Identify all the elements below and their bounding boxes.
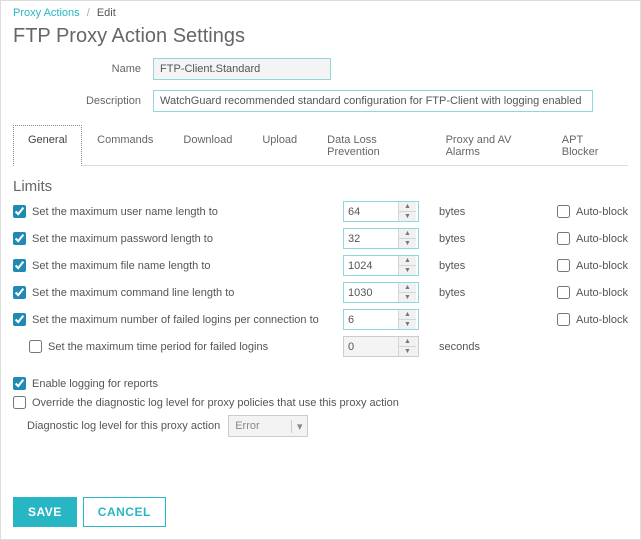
- spinner-icon: ▲▼: [398, 337, 416, 356]
- tab-download[interactable]: Download: [168, 125, 247, 166]
- limit-row: Set the maximum file name length to ▲▼ byt…: [13, 255, 628, 276]
- enable-logging-checkbox[interactable]: [13, 377, 26, 390]
- limits-list: Set the maximum user name length to ▲▼ byt…: [13, 201, 628, 357]
- autoblock-checkbox[interactable]: [557, 259, 570, 272]
- tab-bar: General Commands Download Upload Data Lo…: [13, 124, 628, 166]
- limit-unit: seconds: [433, 341, 513, 353]
- autoblock-checkbox[interactable]: [557, 205, 570, 218]
- limit-checkbox[interactable]: [13, 286, 26, 299]
- limit-checkbox[interactable]: [13, 205, 26, 218]
- loglevel-value: Error: [229, 420, 291, 432]
- logging-section: Enable logging for reports Override the …: [13, 377, 628, 437]
- description-label: Description: [13, 95, 153, 107]
- limit-input: [344, 337, 398, 356]
- name-label: Name: [13, 63, 153, 75]
- save-button[interactable]: SAVE: [13, 497, 77, 527]
- limit-stepper[interactable]: ▲▼: [343, 255, 419, 276]
- limit-label: Set the maximum command line length to: [32, 287, 234, 299]
- spinner-icon[interactable]: ▲▼: [398, 256, 416, 275]
- autoblock-checkbox[interactable]: [557, 313, 570, 326]
- breadcrumb-current: Edit: [97, 7, 116, 19]
- breadcrumb: Proxy Actions / Edit: [13, 7, 628, 19]
- tab-general[interactable]: General: [13, 125, 82, 166]
- settings-panel: Proxy Actions / Edit FTP Proxy Action Se…: [0, 0, 641, 540]
- limit-label: Set the maximum number of failed logins …: [32, 314, 319, 326]
- override-loglevel-label: Override the diagnostic log level for pr…: [32, 397, 399, 409]
- tab-dlp[interactable]: Data Loss Prevention: [312, 125, 430, 166]
- limit-stepper[interactable]: ▲▼: [343, 201, 419, 222]
- limit-stepper: ▲▼: [343, 336, 419, 357]
- override-loglevel-checkbox[interactable]: [13, 396, 26, 409]
- limit-checkbox[interactable]: [13, 313, 26, 326]
- limit-unit: bytes: [433, 260, 513, 272]
- autoblock-label: Auto-block: [576, 206, 628, 218]
- spinner-icon[interactable]: ▲▼: [398, 229, 416, 248]
- limit-input[interactable]: [344, 283, 398, 302]
- chevron-down-icon: ▾: [291, 420, 307, 433]
- limits-title: Limits: [13, 178, 628, 195]
- limit-checkbox[interactable]: [13, 259, 26, 272]
- button-row: SAVE CANCEL: [13, 497, 166, 527]
- limit-row: Set the maximum command line length to ▲▼…: [13, 282, 628, 303]
- limit-input[interactable]: [344, 229, 398, 248]
- limit-label: Set the maximum password length to: [32, 233, 213, 245]
- spinner-icon[interactable]: ▲▼: [398, 310, 416, 329]
- limit-input[interactable]: [344, 202, 398, 221]
- limit-row: Set the maximum time period for failed l…: [13, 336, 628, 357]
- limit-checkbox[interactable]: [13, 232, 26, 245]
- name-input[interactable]: [153, 58, 331, 80]
- cancel-button[interactable]: CANCEL: [83, 497, 166, 527]
- enable-logging-label: Enable logging for reports: [32, 378, 158, 390]
- limit-stepper[interactable]: ▲▼: [343, 228, 419, 249]
- limit-checkbox[interactable]: [29, 340, 42, 353]
- autoblock-label: Auto-block: [576, 260, 628, 272]
- tab-proxy-av[interactable]: Proxy and AV Alarms: [431, 125, 547, 166]
- limit-label: Set the maximum time period for failed l…: [48, 341, 268, 353]
- autoblock-label: Auto-block: [576, 314, 628, 326]
- tab-apt[interactable]: APT Blocker: [547, 125, 628, 166]
- autoblock-checkbox[interactable]: [557, 232, 570, 245]
- limit-row: Set the maximum user name length to ▲▼ byt…: [13, 201, 628, 222]
- limit-label: Set the maximum file name length to: [32, 260, 211, 272]
- limit-label: Set the maximum user name length to: [32, 206, 218, 218]
- loglevel-select[interactable]: Error ▾: [228, 415, 308, 437]
- limit-row: Set the maximum password length to ▲▼ byte…: [13, 228, 628, 249]
- autoblock-label: Auto-block: [576, 287, 628, 299]
- loglevel-label: Diagnostic log level for this proxy acti…: [27, 420, 220, 432]
- autoblock-checkbox[interactable]: [557, 286, 570, 299]
- limit-unit: bytes: [433, 233, 513, 245]
- description-row: Description: [13, 90, 628, 112]
- limit-input[interactable]: [344, 310, 398, 329]
- tab-commands[interactable]: Commands: [82, 125, 168, 166]
- name-row: Name: [13, 58, 628, 80]
- spinner-icon[interactable]: ▲▼: [398, 283, 416, 302]
- page-title: FTP Proxy Action Settings: [13, 25, 628, 48]
- breadcrumb-link[interactable]: Proxy Actions: [13, 7, 80, 19]
- limit-stepper[interactable]: ▲▼: [343, 282, 419, 303]
- limit-unit: bytes: [433, 206, 513, 218]
- limit-row: Set the maximum number of failed logins …: [13, 309, 628, 330]
- spinner-icon[interactable]: ▲▼: [398, 202, 416, 221]
- tab-upload[interactable]: Upload: [247, 125, 312, 166]
- autoblock-label: Auto-block: [576, 233, 628, 245]
- limit-unit: bytes: [433, 287, 513, 299]
- description-input[interactable]: [153, 90, 593, 112]
- breadcrumb-separator: /: [87, 7, 90, 19]
- limit-stepper[interactable]: ▲▼: [343, 309, 419, 330]
- limit-input[interactable]: [344, 256, 398, 275]
